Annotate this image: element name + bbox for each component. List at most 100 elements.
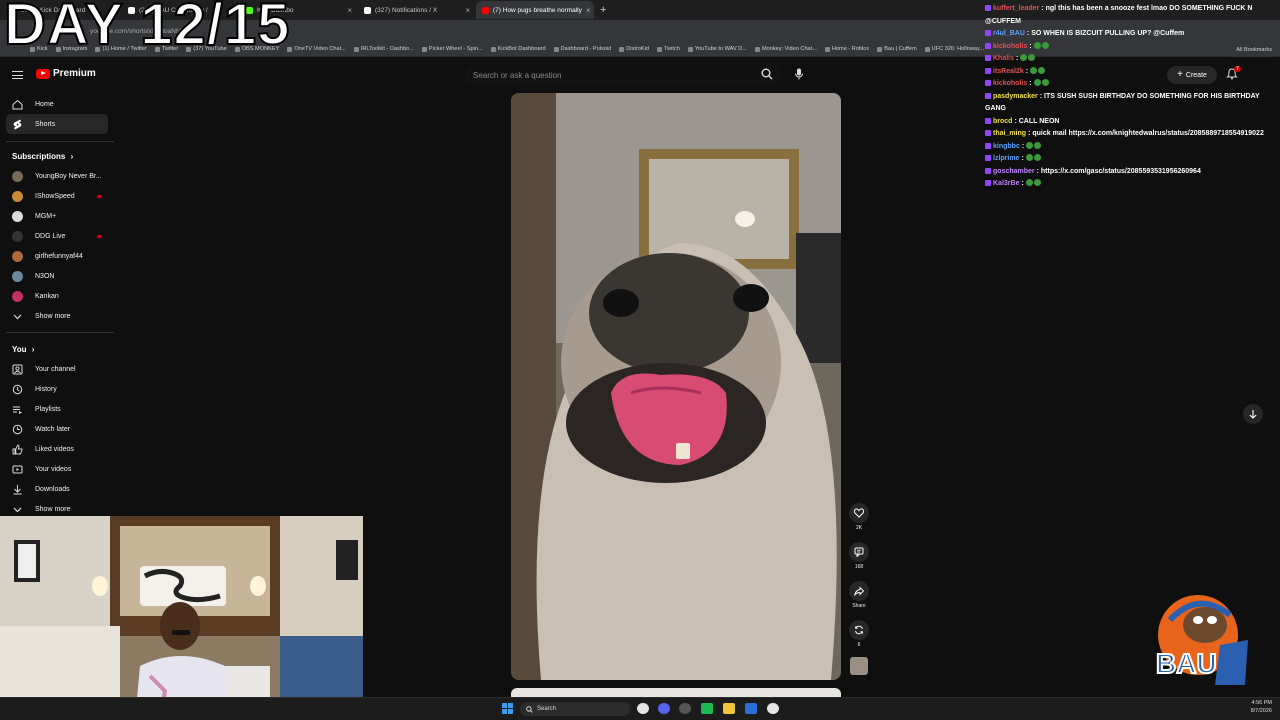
new-tab-button[interactable]: + bbox=[600, 4, 606, 16]
chat-badge-icon bbox=[985, 42, 991, 49]
chat-username[interactable]: kuffert_leader bbox=[993, 5, 1039, 12]
bookmark-item[interactable]: UFC 326: Holloway... bbox=[924, 46, 984, 52]
chat-username[interactable]: kingbbc bbox=[993, 143, 1020, 150]
share-action[interactable]: Share bbox=[849, 581, 869, 609]
bookmark-item[interactable]: KickBot Dashboard bbox=[490, 46, 546, 52]
like-button[interactable] bbox=[849, 503, 869, 523]
subscriptions-heading[interactable]: Subscriptions › bbox=[12, 152, 73, 161]
subscription-item[interactable]: N3ON bbox=[6, 266, 108, 286]
chat-username[interactable]: Kal3rBe bbox=[993, 180, 1019, 187]
chat-message: r4ul_BAU: SO WHEN IS BIZCUIT PULLING UP?… bbox=[985, 28, 1277, 41]
chevron-right-icon: › bbox=[31, 345, 35, 354]
close-tab-icon[interactable]: × bbox=[465, 6, 470, 15]
bookmark-label: Picker Wheel - Spin... bbox=[428, 46, 483, 52]
file-explorer-icon[interactable] bbox=[723, 703, 735, 714]
browser-tab[interactable]: (327) Notifications / X × bbox=[358, 1, 476, 19]
bookmark-item[interactable]: DistroKid bbox=[619, 46, 649, 52]
steam-icon[interactable] bbox=[745, 703, 757, 714]
chat-username[interactable]: r4ul_BAU bbox=[993, 30, 1025, 37]
subscription-item[interactable]: Kankan bbox=[6, 286, 108, 306]
show-more-subscriptions-button[interactable]: Show more bbox=[6, 306, 108, 326]
obs-icon[interactable] bbox=[679, 703, 691, 714]
chat-badge-icon bbox=[985, 5, 991, 11]
browser-tab[interactable]: (7) How pugs breathe normally × bbox=[476, 1, 594, 19]
bookmark-item[interactable]: Twitch bbox=[656, 46, 680, 52]
chat-username[interactable]: lzlprime bbox=[993, 155, 1019, 162]
chat-badge-icon bbox=[985, 117, 991, 124]
taskbar-search[interactable]: Search bbox=[520, 702, 630, 716]
sidebar-item-your-videos[interactable]: Your videos bbox=[6, 459, 108, 479]
sidebar-item-channel[interactable]: Your channel bbox=[6, 359, 108, 379]
bookmark-item[interactable]: YouTube to WAV D... bbox=[687, 46, 747, 52]
chat-username[interactable]: thai_ming bbox=[993, 130, 1026, 137]
subscription-item[interactable]: IShowSpeed bbox=[6, 186, 108, 206]
comment-button[interactable] bbox=[849, 542, 869, 562]
chrome-icon[interactable] bbox=[637, 703, 649, 714]
emote-icon bbox=[1025, 179, 1033, 186]
bookmark-label: Bau | Cuffem bbox=[884, 46, 917, 52]
comment-action[interactable]: 168 bbox=[849, 542, 869, 570]
chat-message: brocd: CALL NEON bbox=[985, 116, 1277, 129]
search-input[interactable]: Search or ask a question bbox=[465, 64, 781, 86]
chat-username[interactable]: goschamber bbox=[993, 168, 1035, 175]
chat-username[interactable]: kickoholis bbox=[993, 43, 1027, 50]
sound-thumbnail[interactable] bbox=[850, 657, 868, 675]
system-clock[interactable]: 4:56 PM 8/7/2026 bbox=[1251, 699, 1272, 715]
show-more-label: Show more bbox=[35, 312, 71, 320]
sidebar-item-home[interactable]: Home bbox=[6, 94, 108, 114]
app-icon[interactable] bbox=[701, 703, 713, 714]
channel-avatar bbox=[12, 250, 23, 262]
sidebar-item-shorts[interactable]: Shorts bbox=[6, 114, 108, 134]
sidebar-item-label: Your channel bbox=[35, 365, 76, 373]
chat-username[interactable]: kickoholis bbox=[993, 80, 1027, 87]
bookmark-item[interactable]: Dashboard - Pulsoid bbox=[553, 46, 611, 52]
sidebar-item-watch-later[interactable]: Watch later bbox=[6, 419, 108, 439]
sidebar-item-liked-videos[interactable]: Liked videos bbox=[6, 439, 108, 459]
sidebar-item-history[interactable]: History bbox=[6, 379, 108, 399]
chat-username[interactable]: brocd bbox=[993, 118, 1012, 125]
close-tab-icon[interactable]: × bbox=[347, 6, 352, 15]
remix-action[interactable]: 6 bbox=[849, 620, 869, 648]
you-heading[interactable]: You › bbox=[12, 345, 34, 354]
subscription-item[interactable]: girlhefunnyaf44 bbox=[6, 246, 108, 266]
sidebar-item-label: Home bbox=[35, 100, 54, 108]
emote-icon bbox=[1026, 141, 1034, 149]
emote-icon bbox=[1025, 154, 1033, 161]
sidebar-item-downloads[interactable]: Downloads bbox=[6, 479, 108, 499]
chat-username[interactable]: itsReal2k bbox=[993, 68, 1024, 75]
chrome-icon-2[interactable] bbox=[767, 703, 779, 714]
history-icon bbox=[12, 384, 23, 394]
bookmark-favicon bbox=[656, 46, 662, 52]
bookmark-label: IRLToolkit - Dashbo... bbox=[360, 46, 414, 52]
webcam-scene bbox=[0, 516, 363, 720]
subscription-item[interactable]: DDG Live bbox=[6, 226, 108, 246]
chat-username[interactable]: Khalis bbox=[993, 55, 1014, 62]
microphone-icon[interactable] bbox=[794, 68, 804, 80]
like-action[interactable]: 2K bbox=[849, 503, 869, 531]
sidebar-item-playlists[interactable]: Playlists bbox=[6, 399, 108, 419]
subscription-item[interactable]: YoungBoy Never Br... bbox=[6, 166, 108, 186]
bookmark-item[interactable]: Picker Wheel - Spin... bbox=[421, 46, 483, 52]
subscription-item[interactable]: MGM+ bbox=[6, 206, 108, 226]
bookmark-item[interactable]: IRLToolkit - Dashbo... bbox=[353, 46, 414, 52]
search-icon bbox=[526, 705, 533, 713]
search-icon[interactable] bbox=[761, 68, 773, 80]
share-button[interactable] bbox=[849, 581, 869, 601]
chat-message: kickoholis: bbox=[985, 78, 1277, 91]
menu-icon[interactable] bbox=[12, 71, 23, 79]
chat-badge-icon bbox=[985, 155, 991, 161]
pug-video-frame bbox=[511, 93, 841, 680]
chat-username[interactable]: pasdymacker bbox=[993, 93, 1038, 100]
close-tab-icon[interactable]: × bbox=[586, 6, 591, 15]
windows-start-icon[interactable] bbox=[502, 703, 513, 714]
next-video-button[interactable] bbox=[1243, 404, 1263, 424]
youtube-logo[interactable]: Premium bbox=[36, 68, 96, 79]
bookmark-item[interactable]: Monkey: Video Chat... bbox=[754, 46, 817, 52]
remix-button[interactable] bbox=[849, 620, 869, 640]
discord-icon[interactable] bbox=[658, 703, 670, 714]
short-video-player[interactable] bbox=[511, 93, 841, 680]
bookmark-label: YouTube to WAV D... bbox=[694, 46, 747, 52]
bookmark-item[interactable]: OneTV Video Chat... bbox=[287, 46, 346, 52]
bookmark-item[interactable]: Bau | Cuffem bbox=[877, 46, 917, 52]
bookmark-item[interactable]: Home - Roblox bbox=[824, 46, 869, 52]
